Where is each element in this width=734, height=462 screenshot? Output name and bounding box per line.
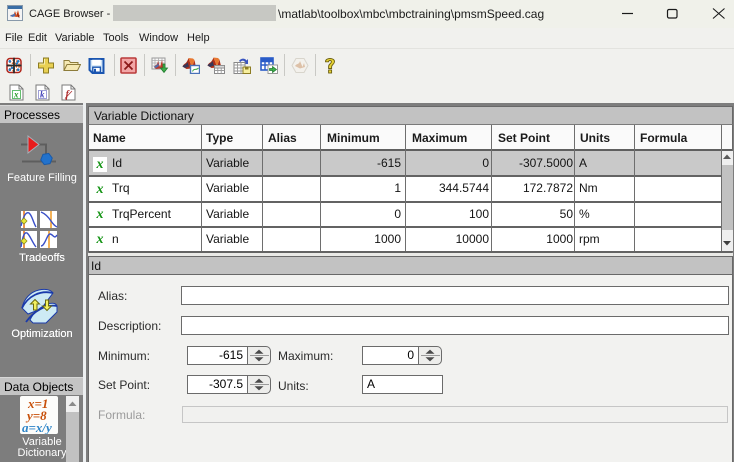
svg-text:k: k <box>40 90 45 100</box>
svg-text:a=x/y: a=x/y <box>22 420 52 434</box>
svg-text:x: x <box>13 90 19 100</box>
